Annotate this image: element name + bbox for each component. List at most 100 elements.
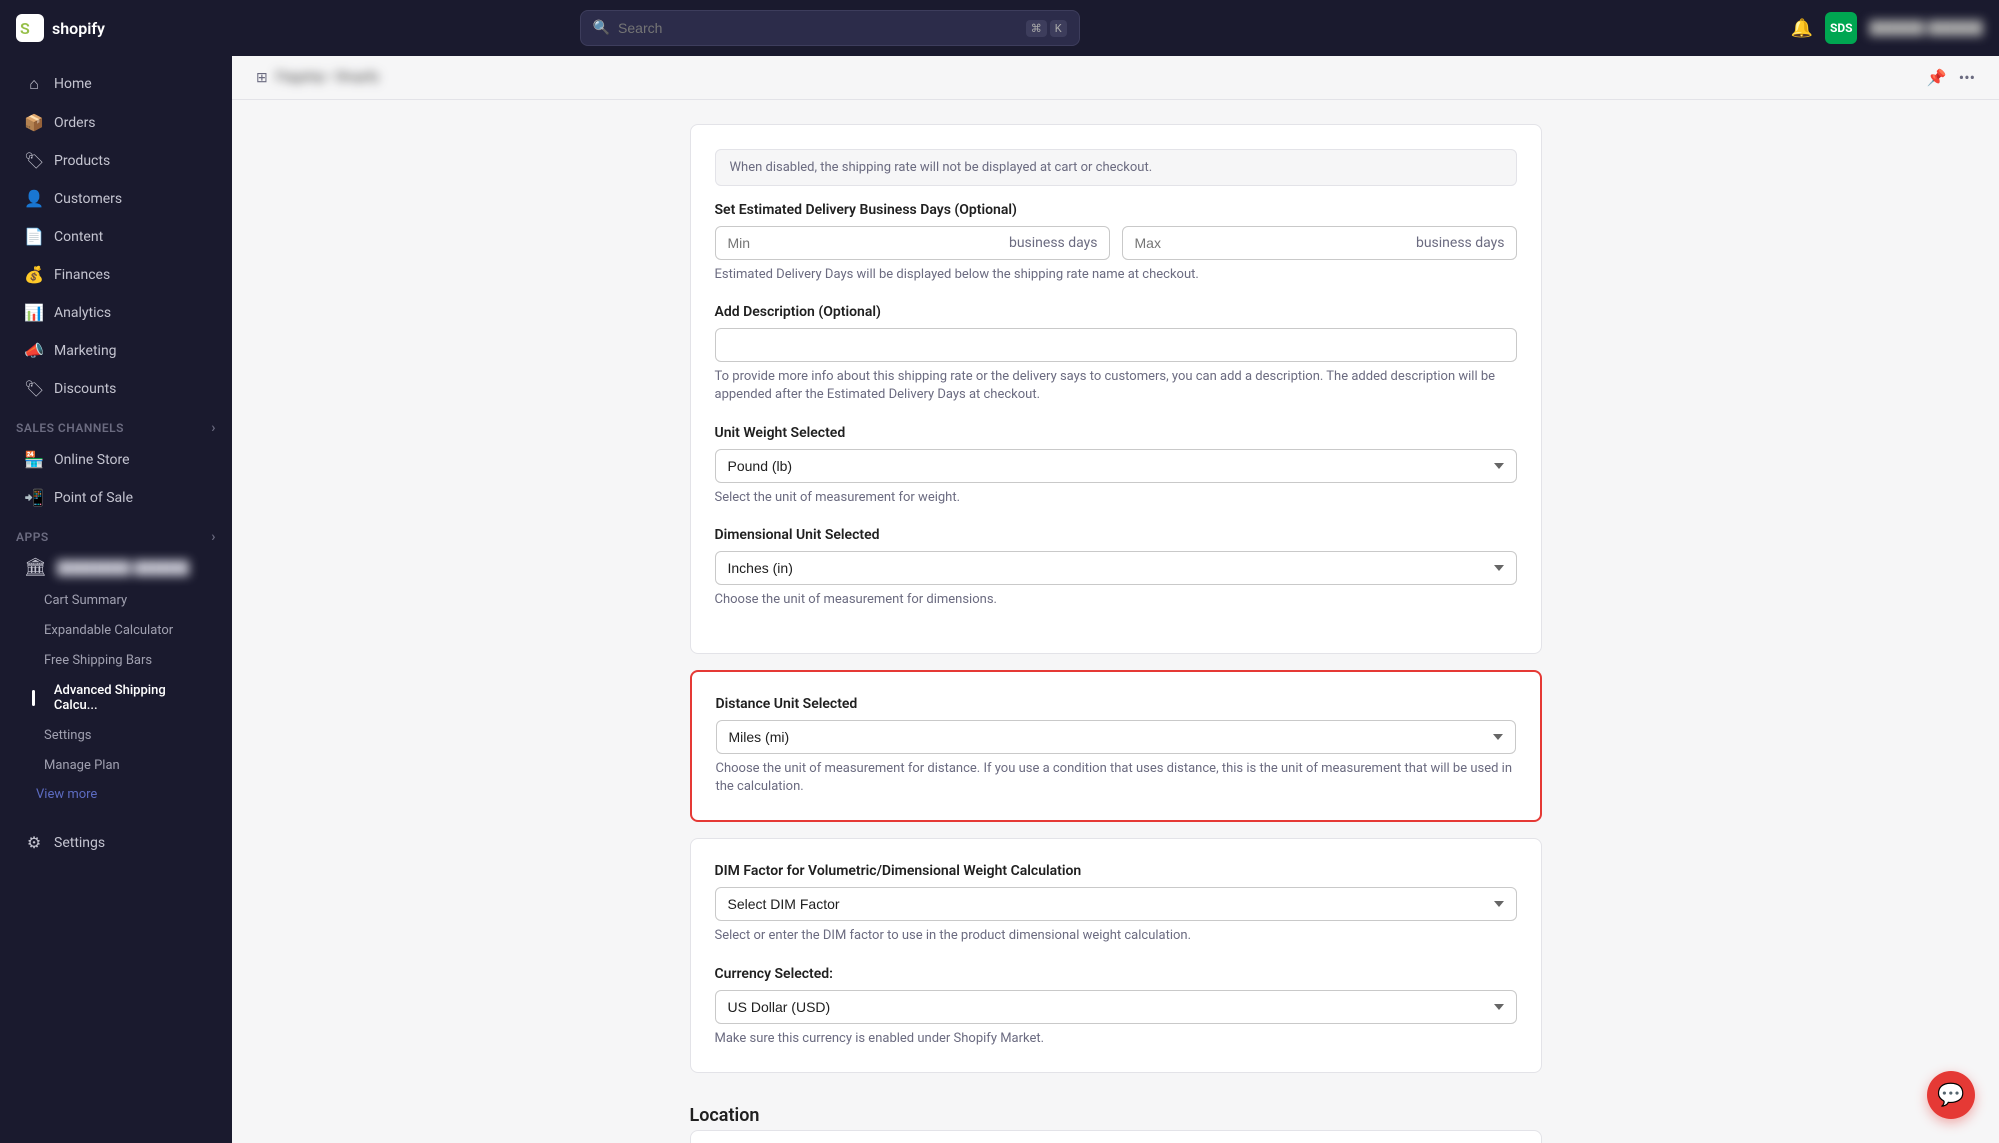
topbar: S shopify 🔍 ⌘ K 🔔 SDS ██████ ██████: [0, 0, 1999, 56]
online-store-icon: 🏪: [24, 450, 44, 469]
sales-channels-header: Sales channels ›: [0, 408, 232, 440]
breadcrumb-icon: ⊞: [256, 70, 268, 86]
sidebar-subitem-cart-summary[interactable]: Cart Summary: [8, 586, 224, 615]
sidebar-item-discounts[interactable]: 🏷 Discounts: [8, 370, 224, 407]
view-more-link[interactable]: View more: [0, 781, 232, 808]
estimated-delivery-helper: Estimated Delivery Days will be displaye…: [715, 266, 1517, 284]
max-days-input[interactable]: [1122, 226, 1517, 260]
apps-header: Apps ›: [0, 517, 232, 549]
business-days-row: business days business days: [715, 226, 1517, 260]
sales-channels-chevron[interactable]: ›: [211, 420, 216, 436]
sidebar-item-online-store[interactable]: 🏪 Online Store: [8, 441, 224, 478]
sidebar-item-marketing[interactable]: 📣 Marketing: [8, 332, 224, 369]
content-icon: 📄: [24, 227, 44, 246]
finances-icon: 💰: [24, 265, 44, 284]
pos-icon: 📲: [24, 488, 44, 507]
apps-chevron[interactable]: ›: [211, 529, 216, 545]
dim-factor-label: DIM Factor for Volumetric/Dimensional We…: [715, 863, 1517, 879]
pin-icon[interactable]: 📌: [1927, 68, 1947, 87]
dim-factor-helper: Select or enter the DIM factor to use in…: [715, 927, 1517, 945]
location-title: Location: [690, 1089, 1542, 1130]
sidebar-subitem-manage-plan[interactable]: Manage Plan: [8, 751, 224, 780]
currency-helper: Make sure this currency is enabled under…: [715, 1030, 1517, 1048]
sidebar-item-analytics[interactable]: 📊 Analytics: [8, 294, 224, 331]
sidebar-item-content[interactable]: 📄 Content: [8, 218, 224, 255]
dim-unit-helper: Choose the unit of measurement for dimen…: [715, 591, 1517, 609]
currency-group: Currency Selected: US Dollar (USD) Euro …: [715, 966, 1517, 1048]
distance-label: Distance Unit Selected: [716, 696, 1516, 712]
sidebar-item-customers[interactable]: 👤 Customers: [8, 180, 224, 217]
sub-item-label: Settings: [44, 728, 91, 743]
dim-factor-select[interactable]: Select DIM Factor: [715, 887, 1517, 921]
dim-unit-select[interactable]: Inches (in) Centimeters (cm): [715, 551, 1517, 585]
marketing-icon: 📣: [24, 341, 44, 360]
app-store-icon: 🏛: [24, 557, 47, 578]
sidebar-item-label: Customers: [54, 191, 122, 207]
distance-unit-section: Distance Unit Selected Miles (mi) Kilome…: [690, 670, 1542, 822]
sidebar-subitem-advanced-shipping[interactable]: Advanced Shipping Calcu...: [8, 676, 224, 720]
estimated-delivery-label: Set Estimated Delivery Business Days (Op…: [715, 202, 1517, 218]
app-name-blurred: ████████ ██████: [57, 560, 189, 576]
sidebar-item-finances[interactable]: 💰 Finances: [8, 256, 224, 293]
sidebar-item-label: Point of Sale: [54, 490, 133, 506]
sidebar-item-label: Finances: [54, 267, 110, 283]
chat-button[interactable]: 💬: [1927, 1071, 1975, 1119]
distance-select[interactable]: Miles (mi) Kilometers (km): [716, 720, 1516, 754]
sidebar-item-pos[interactable]: 📲 Point of Sale: [8, 479, 224, 516]
sidebar-item-label: Home: [54, 76, 92, 92]
description-input[interactable]: [715, 328, 1517, 362]
sub-item-label: Expandable Calculator: [44, 623, 173, 638]
sidebar-item-settings[interactable]: ⚙ Settings: [8, 824, 224, 861]
description-helper: To provide more info about this shipping…: [715, 368, 1517, 404]
weight-group: Unit Weight Selected Pound (lb) Kilogram…: [715, 425, 1517, 507]
search-bar[interactable]: 🔍 ⌘ K: [580, 10, 1080, 46]
logo-text: shopify: [52, 19, 105, 38]
form-area: When disabled, the shipping rate will no…: [666, 100, 1566, 1143]
kbd-k: K: [1050, 20, 1067, 37]
sub-item-label: Manage Plan: [44, 758, 120, 773]
sidebar-item-label: Analytics: [54, 305, 111, 321]
app-main-item[interactable]: 🏛 ████████ ██████: [8, 550, 224, 585]
topbar-right: 🔔 SDS ██████ ██████: [1791, 12, 1983, 44]
weight-select[interactable]: Pound (lb) Kilogram (kg): [715, 449, 1517, 483]
max-days-wrap: business days: [1122, 226, 1517, 260]
description-label: Add Description (Optional): [715, 304, 1517, 320]
sidebar-subitem-free-shipping[interactable]: Free Shipping Bars: [8, 646, 224, 675]
search-icon: 🔍: [593, 20, 610, 36]
location-section: [690, 1130, 1542, 1143]
sidebar: ⌂ Home 📦 Orders 🏷 Products 👤 Customers 📄…: [0, 56, 232, 1143]
chat-icon: 💬: [1937, 1083, 1964, 1108]
user-name-blurred: ██████ ██████: [1869, 20, 1983, 36]
weight-helper: Select the unit of measurement for weigh…: [715, 489, 1517, 507]
orders-icon: 📦: [24, 113, 44, 132]
min-days-input[interactable]: [715, 226, 1110, 260]
currency-select[interactable]: US Dollar (USD) Euro (EUR) British Pound…: [715, 990, 1517, 1024]
customers-icon: 👤: [24, 189, 44, 208]
breadcrumb-bar: ⊞ Flagship • Shopify 📌 •••: [232, 56, 1999, 100]
more-icon[interactable]: •••: [1959, 68, 1975, 87]
sidebar-item-label: Online Store: [54, 452, 130, 468]
weight-label: Unit Weight Selected: [715, 425, 1517, 441]
distance-group: Distance Unit Selected Miles (mi) Kilome…: [716, 696, 1516, 796]
settings-icon: ⚙: [24, 833, 44, 852]
sidebar-subitem-settings[interactable]: Settings: [8, 721, 224, 750]
currency-label: Currency Selected:: [715, 966, 1517, 982]
dim-unit-group: Dimensional Unit Selected Inches (in) Ce…: [715, 527, 1517, 609]
home-icon: ⌂: [24, 74, 44, 94]
search-input[interactable]: [618, 20, 1018, 36]
sidebar-item-home[interactable]: ⌂ Home: [8, 65, 224, 103]
sidebar-item-label: Orders: [54, 115, 96, 131]
dim-factor-group: DIM Factor for Volumetric/Dimensional We…: [715, 863, 1517, 945]
sidebar-item-products[interactable]: 🏷 Products: [8, 142, 224, 179]
dim-unit-label: Dimensional Unit Selected: [715, 527, 1517, 543]
sidebar-item-orders[interactable]: 📦 Orders: [8, 104, 224, 141]
avatar[interactable]: SDS: [1825, 12, 1857, 44]
sidebar-subitem-expandable-calc[interactable]: Expandable Calculator: [8, 616, 224, 645]
bell-icon[interactable]: 🔔: [1791, 18, 1813, 39]
sidebar-item-label: Products: [54, 153, 110, 169]
sidebar-item-label: Discounts: [54, 381, 116, 397]
sub-item-label: Free Shipping Bars: [44, 653, 152, 668]
main-content: ⊞ Flagship • Shopify 📌 ••• When disabled…: [232, 56, 1999, 1143]
svg-text:S: S: [20, 19, 30, 38]
dim-factor-currency-section: DIM Factor for Volumetric/Dimensional We…: [690, 838, 1542, 1072]
